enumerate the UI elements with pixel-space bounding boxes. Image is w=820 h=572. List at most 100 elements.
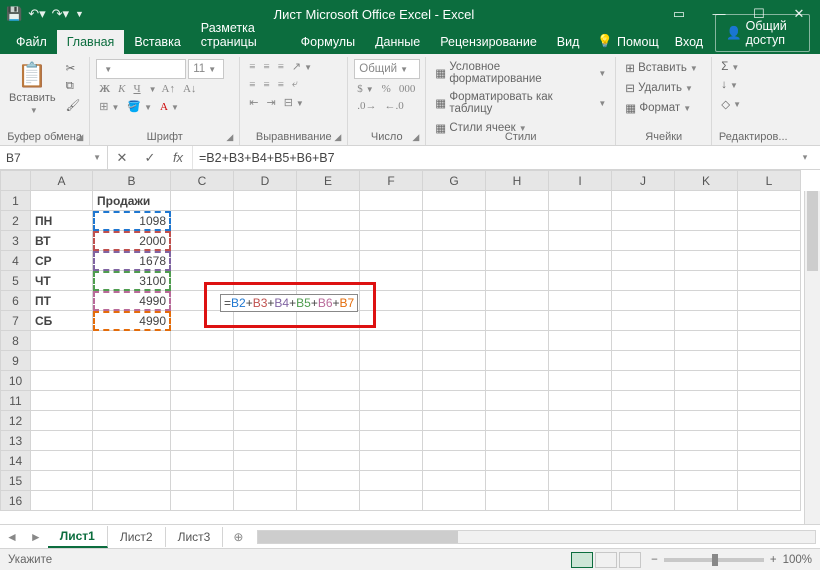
col-header[interactable]: I <box>549 171 612 191</box>
italic-button[interactable]: К <box>115 82 128 96</box>
currency-button[interactable]: $▼ <box>354 82 376 96</box>
maximize-icon[interactable]: ☐ <box>744 6 774 22</box>
col-header[interactable]: A <box>31 171 93 191</box>
font-size-combo[interactable]: 11▼ <box>188 59 224 79</box>
copy-button[interactable]: ⧉ <box>63 78 84 95</box>
cell[interactable]: ПТ <box>31 291 93 311</box>
cell[interactable]: 1678 <box>93 251 171 271</box>
expand-formula-bar-icon[interactable]: ▾ <box>796 152 814 163</box>
align-mid-button[interactable]: ≡ <box>260 60 272 74</box>
inc-decimal-button[interactable]: .0→ <box>354 99 379 113</box>
dialog-launcher-icon[interactable]: ◢ <box>76 132 83 143</box>
col-header[interactable]: D <box>234 171 297 191</box>
name-box[interactable]: B7 ▼ <box>0 146 108 169</box>
sheet-tab[interactable]: Лист3 <box>166 527 224 547</box>
tab-review[interactable]: Рецензирование <box>430 30 547 54</box>
tab-formulas[interactable]: Формулы <box>291 30 365 54</box>
autosum-button[interactable]: Σ▼ <box>718 59 742 75</box>
save-icon[interactable]: 💾 <box>6 6 22 22</box>
wrap-text-button[interactable]: ⤶ <box>289 77 301 92</box>
dialog-launcher-icon[interactable]: ◢ <box>412 132 419 143</box>
sign-in[interactable]: Вход <box>667 30 711 54</box>
cell[interactable]: ВТ <box>31 231 93 251</box>
row-header[interactable]: 2 <box>1 211 31 231</box>
row-header[interactable]: 5 <box>1 271 31 291</box>
tab-data[interactable]: Данные <box>365 30 430 54</box>
cell[interactable]: СБ <box>31 311 93 331</box>
view-pagebreak-button[interactable] <box>619 552 641 568</box>
cell[interactable]: 4990 <box>93 311 171 331</box>
col-header[interactable]: L <box>738 171 801 191</box>
col-header[interactable]: H <box>486 171 549 191</box>
align-center-button[interactable]: ≡ <box>260 78 272 92</box>
row-header[interactable]: 10 <box>1 371 31 391</box>
format-painter-button[interactable]: 🖌 <box>63 96 84 114</box>
spreadsheet-grid[interactable]: A B C D E F G H I J K L 1Продажи 2ПН1098… <box>0 170 820 524</box>
tab-insert[interactable]: Вставка <box>124 30 190 54</box>
row-header[interactable]: 13 <box>1 431 31 451</box>
fx-button[interactable]: fx <box>164 150 192 165</box>
merge-button[interactable]: ⊟▼ <box>281 95 307 110</box>
view-pagelayout-button[interactable] <box>595 552 617 568</box>
zoom-slider[interactable] <box>664 558 764 562</box>
tell-me[interactable]: 💡Помощ <box>589 29 666 54</box>
dialog-launcher-icon[interactable]: ◢ <box>334 132 341 143</box>
col-header[interactable]: G <box>423 171 486 191</box>
tab-pagelayout[interactable]: Разметка страницы <box>191 16 291 54</box>
delete-cells-button[interactable]: ⊟ Удалить▼ <box>622 79 696 97</box>
conditional-formatting-button[interactable]: ▦ Условное форматирование▼ <box>432 59 609 87</box>
zoom-level[interactable]: 100% <box>783 554 812 566</box>
cell[interactable]: ПН <box>31 211 93 231</box>
scroll-thumb[interactable] <box>807 191 818 271</box>
sheet-nav-next-icon[interactable]: ► <box>24 530 48 544</box>
scroll-thumb[interactable] <box>258 531 458 543</box>
add-sheet-button[interactable]: ⊕ <box>223 530 253 544</box>
zoom-out-button[interactable]: − <box>651 554 658 566</box>
cell[interactable]: 3100 <box>93 271 171 291</box>
grow-font-button[interactable]: A↑ <box>159 82 178 96</box>
select-all-corner[interactable] <box>1 171 31 191</box>
row-header[interactable]: 8 <box>1 331 31 351</box>
tab-view[interactable]: Вид <box>547 30 590 54</box>
font-color-button[interactable]: A▼ <box>157 100 182 114</box>
align-bot-button[interactable]: ≡ <box>275 60 287 74</box>
percent-button[interactable]: % <box>379 82 394 96</box>
format-as-table-button[interactable]: ▦ Форматировать как таблицу▼ <box>432 89 609 117</box>
row-header[interactable]: 16 <box>1 491 31 511</box>
col-header[interactable]: F <box>360 171 423 191</box>
cut-button[interactable]: ✂ <box>63 59 84 77</box>
horizontal-scrollbar[interactable] <box>257 530 816 544</box>
cell[interactable]: Продажи <box>93 191 171 211</box>
tab-home[interactable]: Главная <box>57 30 125 54</box>
cell[interactable]: 2000 <box>93 231 171 251</box>
ribbon-display-icon[interactable]: ▭ <box>664 6 694 22</box>
sheet-tab[interactable]: Лист1 <box>48 526 108 548</box>
row-header[interactable]: 7 <box>1 311 31 331</box>
insert-cells-button[interactable]: ⊞ Вставить▼ <box>622 59 701 77</box>
format-cells-button[interactable]: ▦ Формат▼ <box>622 99 694 117</box>
vertical-scrollbar[interactable] <box>804 191 820 524</box>
orientation-button[interactable]: ↗▼ <box>289 59 315 74</box>
fill-button[interactable]: ↓▼ <box>718 77 741 93</box>
col-header[interactable]: K <box>675 171 738 191</box>
col-header[interactable]: J <box>612 171 675 191</box>
row-header[interactable]: 12 <box>1 411 31 431</box>
row-header[interactable]: 6 <box>1 291 31 311</box>
cell[interactable]: СР <box>31 251 93 271</box>
align-top-button[interactable]: ≡ <box>246 60 258 74</box>
cancel-formula-button[interactable]: ✕ <box>108 150 136 166</box>
dec-decimal-button[interactable]: ←.0 <box>382 99 407 113</box>
formula-bar[interactable]: =B2+B3+B4+B5+B6+B7 ▾ <box>193 146 820 169</box>
redo-icon[interactable]: ↷▾ <box>52 6 69 22</box>
row-header[interactable]: 4 <box>1 251 31 271</box>
qat-customize-icon[interactable]: ▼ <box>75 9 84 19</box>
dialog-launcher-icon[interactable]: ◢ <box>226 132 233 143</box>
col-header[interactable]: E <box>297 171 360 191</box>
sheet-nav-prev-icon[interactable]: ◄ <box>0 530 24 544</box>
dec-indent-button[interactable]: ⇤ <box>246 95 261 110</box>
cell-editor[interactable]: =B2+B3+B4+B5+B6+B7 <box>220 294 358 312</box>
cell[interactable]: ЧТ <box>31 271 93 291</box>
underline-button[interactable]: Ч <box>130 82 143 96</box>
number-format-combo[interactable]: Общий▼ <box>354 59 420 79</box>
bold-button[interactable]: Ж <box>96 82 113 96</box>
